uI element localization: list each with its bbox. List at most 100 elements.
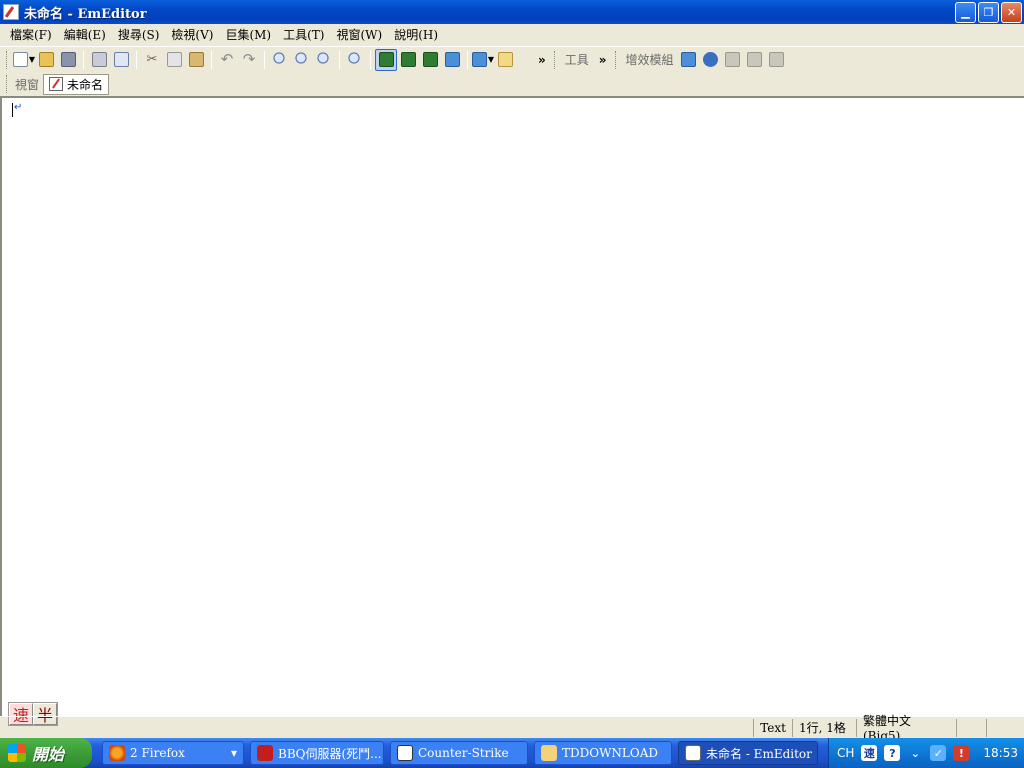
plugin-disabled-icon bbox=[725, 52, 741, 67]
tools-overflow-chevron[interactable]: » bbox=[599, 53, 607, 67]
menu-help[interactable]: 說明(H) bbox=[388, 24, 444, 46]
line-numbers-toggle[interactable] bbox=[375, 48, 397, 71]
status-cursor-position[interactable]: 1行, 1格 bbox=[792, 718, 856, 737]
menu-window[interactable]: 視窗(W) bbox=[330, 24, 388, 46]
menu-view[interactable]: 檢視(V) bbox=[165, 24, 219, 46]
redo-button[interactable]: ↷ bbox=[238, 49, 260, 71]
sort-plugin-button[interactable] bbox=[678, 49, 700, 71]
toolbar-separator bbox=[370, 50, 371, 69]
save-disk-icon bbox=[60, 52, 76, 67]
undo-button[interactable]: ↶ bbox=[216, 49, 238, 71]
emeditor-icon bbox=[685, 745, 701, 761]
minimize-button[interactable]: ▁ bbox=[955, 2, 976, 23]
language-indicator[interactable]: CH bbox=[837, 746, 854, 760]
toolbar-grip[interactable] bbox=[6, 50, 9, 69]
document-tab[interactable]: 未命名 bbox=[43, 73, 110, 95]
plugin-button-3[interactable] bbox=[722, 49, 744, 71]
start-button[interactable]: 開始 bbox=[0, 738, 92, 768]
plugin-disabled-icon bbox=[769, 52, 785, 67]
network-tray-icon[interactable]: ✓ bbox=[930, 745, 947, 761]
document-tab-icon bbox=[49, 77, 64, 91]
end-of-line-marker-icon: ↵ bbox=[14, 102, 23, 113]
find-previous-button[interactable] bbox=[313, 49, 335, 71]
find-next-icon bbox=[294, 52, 310, 67]
menu-tools[interactable]: 工具(T) bbox=[277, 24, 330, 46]
find-button[interactable] bbox=[269, 49, 291, 71]
open-button[interactable] bbox=[35, 49, 57, 71]
tools-toolbar-label: 工具 bbox=[564, 53, 589, 67]
help-tray-icon[interactable]: ? bbox=[884, 745, 901, 761]
menu-search[interactable]: 搜尋(S) bbox=[112, 24, 166, 46]
config-button[interactable]: ▼ bbox=[472, 49, 494, 71]
find-in-files-button[interactable] bbox=[344, 49, 366, 71]
paste-clipboard-icon bbox=[188, 52, 204, 67]
toolbar-grip[interactable] bbox=[553, 50, 557, 69]
save-button[interactable] bbox=[57, 49, 79, 71]
text-caret bbox=[12, 103, 13, 117]
clock[interactable]: 18:53 bbox=[983, 746, 1018, 760]
toolbar-overflow-chevron[interactable]: » bbox=[538, 53, 546, 67]
window-tab-bar: 視窗 未命名 bbox=[0, 72, 1024, 96]
new-button[interactable]: ▼ bbox=[13, 49, 35, 71]
paste-button[interactable] bbox=[185, 49, 207, 71]
plugins-toolbar-label: 增效模組 bbox=[625, 53, 674, 67]
marks-toggle[interactable] bbox=[441, 49, 463, 71]
properties-button[interactable] bbox=[494, 49, 516, 71]
counter-strike-icon bbox=[397, 745, 413, 761]
menu-macros[interactable]: 巨集(M) bbox=[219, 24, 277, 46]
printer-icon bbox=[91, 52, 107, 67]
print-button[interactable] bbox=[88, 49, 110, 71]
taskbar-item-label: Counter-Strike bbox=[418, 746, 509, 760]
open-folder-icon bbox=[38, 52, 54, 67]
restore-button[interactable]: ❐ bbox=[978, 2, 999, 23]
plugin-button-5[interactable] bbox=[766, 49, 788, 71]
cut-button[interactable]: ✂ bbox=[141, 49, 163, 71]
info-icon bbox=[703, 52, 719, 67]
ime-tray-icon[interactable]: 速 bbox=[861, 745, 878, 761]
toolbar-grip[interactable] bbox=[614, 50, 618, 69]
tray-options-icon[interactable]: ⌄ bbox=[907, 745, 923, 761]
print-preview-button[interactable] bbox=[110, 49, 132, 71]
menu-edit[interactable]: 編輯(E) bbox=[58, 24, 112, 46]
magnifier-icon bbox=[272, 52, 288, 67]
line-numbers-icon bbox=[378, 52, 394, 67]
close-button[interactable]: ✕ bbox=[1001, 2, 1022, 23]
find-previous-icon bbox=[316, 52, 332, 67]
acrobat-icon bbox=[257, 745, 273, 761]
windows-taskbar: 開始 2 Firefox ▾ BBQ伺服器(死鬥... Counter-Stri… bbox=[0, 738, 1024, 768]
plugin-disabled-icon bbox=[747, 52, 763, 67]
scissors-icon: ✂ bbox=[146, 52, 158, 67]
wrap-toggle[interactable] bbox=[419, 49, 441, 71]
security-tray-icon[interactable]: ! bbox=[953, 745, 970, 761]
new-document-icon bbox=[13, 52, 28, 67]
plugin-button-4[interactable] bbox=[744, 49, 766, 71]
taskbar-item-label: 2 Firefox bbox=[130, 746, 185, 760]
toolbar-grip[interactable] bbox=[6, 75, 9, 93]
status-mode[interactable]: Text bbox=[753, 718, 792, 737]
status-blank-cell bbox=[986, 718, 1020, 737]
text-editor-area[interactable]: ↵ bbox=[0, 96, 1024, 716]
taskbar-item-bbq-server[interactable]: BBQ伺服器(死鬥... bbox=[250, 741, 384, 765]
copy-button[interactable] bbox=[163, 49, 185, 71]
status-encoding[interactable]: 繁體中文 (Big5) bbox=[856, 714, 956, 743]
taskbar-item-label: TDDOWNLOAD bbox=[562, 746, 659, 760]
emeditor-app-icon[interactable] bbox=[3, 4, 19, 20]
taskbar-item-firefox[interactable]: 2 Firefox ▾ bbox=[102, 741, 244, 765]
standard-toolbar: ▼ ✂ ↶ ↷ ▼ » 工具 » 增效模組 bbox=[0, 46, 1024, 72]
toolbar-separator bbox=[339, 50, 340, 69]
window-controls: ▁ ❐ ✕ bbox=[955, 2, 1022, 23]
toolbar-separator bbox=[264, 50, 265, 69]
find-in-files-icon bbox=[347, 52, 363, 67]
firefox-icon bbox=[109, 745, 125, 761]
title-bar: 未命名 - EmEditor ▁ ❐ ✕ bbox=[0, 0, 1024, 24]
taskbar-item-counter-strike[interactable]: Counter-Strike bbox=[390, 741, 528, 765]
ruler-toggle[interactable] bbox=[397, 49, 419, 71]
menu-file[interactable]: 檔案(F) bbox=[4, 24, 58, 46]
toolbar-separator bbox=[83, 50, 84, 69]
word-count-plugin-button[interactable] bbox=[700, 49, 722, 71]
document-tab-title: 未命名 bbox=[67, 77, 104, 92]
find-next-button[interactable] bbox=[291, 49, 313, 71]
taskbar-item-emeditor[interactable]: 未命名 - EmEditor bbox=[678, 741, 818, 765]
taskbar-item-tddownload[interactable]: TDDOWNLOAD bbox=[534, 741, 672, 765]
configuration-icon bbox=[472, 52, 487, 67]
